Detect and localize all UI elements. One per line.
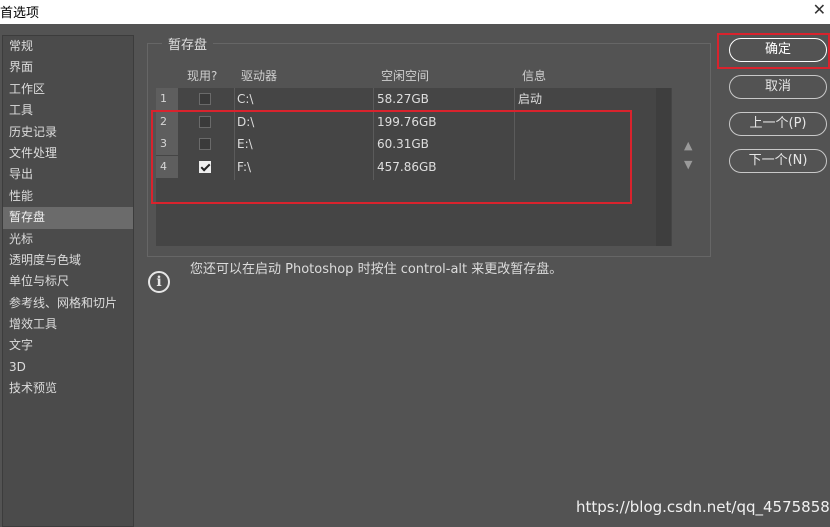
table-row[interactable]: 1 C:\ 58.27GB 启动 (156, 88, 656, 110)
active-checkbox[interactable] (199, 93, 211, 105)
sidebar-item-3d[interactable]: 3D (3, 357, 133, 378)
drive-cell: E:\ (237, 137, 253, 151)
sidebar-item-history[interactable]: 历史记录 (3, 122, 133, 143)
table-row[interactable]: 3 E:\ 60.31GB (156, 133, 656, 155)
sidebar-item-tech-previews[interactable]: 技术预览 (3, 378, 133, 399)
drive-cell: D:\ (237, 115, 255, 129)
sidebar-item-general[interactable]: 常规 (3, 36, 133, 57)
table-row[interactable]: 4 F:\ 457.86GB (156, 156, 656, 178)
row-number: 3 (156, 133, 178, 155)
sidebar-item-plugins[interactable]: 增效工具 (3, 314, 133, 335)
column-header-drive: 驱动器 (241, 69, 278, 83)
free-space-cell: 457.86GB (377, 160, 437, 174)
sidebar-item-scratch-disks[interactable]: 暂存盘 (3, 207, 133, 229)
sidebar-item-tools[interactable]: 工具 (3, 100, 133, 121)
column-header-free-space: 空闲空间 (381, 69, 430, 83)
sidebar-item-file-handling[interactable]: 文件处理 (3, 143, 133, 164)
preferences-sidebar: 常规 界面 工作区 工具 历史记录 文件处理 导出 性能 暂存盘 光标 透明度与… (2, 35, 134, 527)
info-cell: 启动 (518, 92, 543, 106)
info-message: 您还可以在启动 Photoshop 时按住 control-alt 来更改暂存盘… (190, 262, 563, 277)
title-bar: 首选项 ✕ (0, 0, 830, 24)
drive-cell: C:\ (237, 92, 254, 106)
watermark: https://blog.csdn.net/qq_45758587 (576, 498, 830, 516)
row-number: 1 (156, 88, 178, 110)
column-header-info: 信息 (522, 69, 547, 83)
move-up-icon[interactable]: ▲ (684, 139, 692, 152)
move-down-icon[interactable]: ▼ (684, 158, 692, 171)
free-space-cell: 199.76GB (377, 115, 437, 129)
sidebar-item-interface[interactable]: 界面 (3, 57, 133, 78)
window-title: 首选项 (0, 6, 40, 21)
table-scrollbar[interactable] (656, 88, 671, 246)
sidebar-item-cursors[interactable]: 光标 (3, 229, 133, 250)
cancel-button[interactable]: 取消 (729, 75, 827, 99)
sidebar-item-workspace[interactable]: 工作区 (3, 79, 133, 100)
sidebar-item-transparency-gamut[interactable]: 透明度与色域 (3, 250, 133, 271)
ok-button[interactable]: 确定 (729, 38, 827, 62)
active-checkbox[interactable] (199, 161, 211, 173)
scratch-disk-table: 1 C:\ 58.27GB 启动 2 D:\ 199.76GB 3 E:\ 60… (156, 88, 672, 246)
previous-button[interactable]: 上一个(P) (729, 112, 827, 136)
sidebar-item-export[interactable]: 导出 (3, 164, 133, 185)
row-number: 4 (156, 156, 178, 178)
active-checkbox[interactable] (199, 138, 211, 150)
sidebar-item-guides-grid-slices[interactable]: 参考线、网格和切片 (3, 293, 133, 314)
table-row[interactable]: 2 D:\ 199.76GB (156, 111, 656, 133)
active-checkbox[interactable] (199, 116, 211, 128)
free-space-cell: 60.31GB (377, 137, 429, 151)
row-number: 2 (156, 111, 178, 133)
sidebar-item-performance[interactable]: 性能 (3, 186, 133, 207)
sidebar-item-type[interactable]: 文字 (3, 335, 133, 356)
column-header-active: 现用? (187, 69, 218, 83)
next-button[interactable]: 下一个(N) (729, 149, 827, 173)
info-icon: i (148, 271, 170, 293)
sidebar-item-units-rulers[interactable]: 单位与标尺 (3, 271, 133, 292)
drive-cell: F:\ (237, 160, 252, 174)
free-space-cell: 58.27GB (377, 92, 429, 106)
close-icon[interactable]: ✕ (813, 0, 826, 19)
scratch-disks-group-title: 暂存盘 (162, 34, 214, 53)
